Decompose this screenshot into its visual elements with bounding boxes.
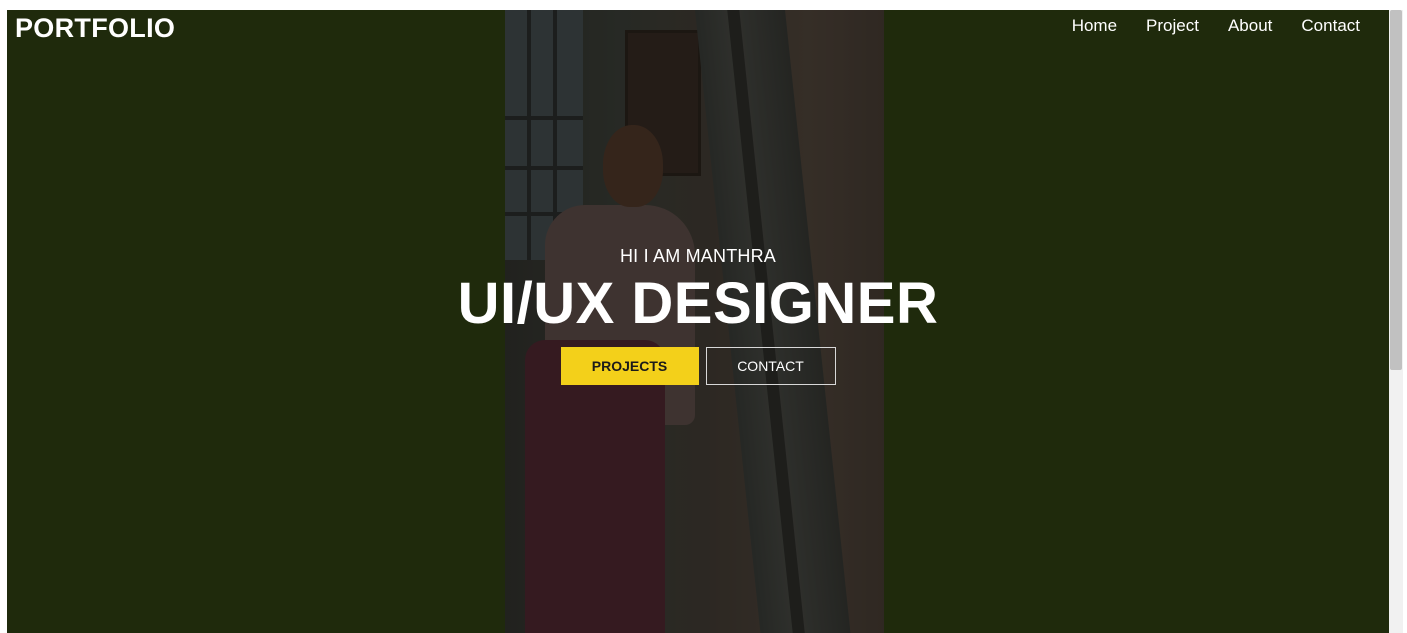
nav-link-about[interactable]: About <box>1228 16 1272 36</box>
projects-button[interactable]: PROJECTS <box>560 347 699 385</box>
hero-cta-row: PROJECTS CONTACT <box>7 347 1389 385</box>
nav-link-home[interactable]: Home <box>1072 16 1117 36</box>
hero-greeting: HI I AM MANTHRA <box>619 246 776 266</box>
contact-button[interactable]: CONTACT <box>705 347 836 385</box>
nav-links: Home Project About Contact <box>1072 16 1360 36</box>
nav-link-contact[interactable]: Contact <box>1301 16 1360 36</box>
top-navbar: PORTFOLIO Home Project About Contact <box>7 10 1389 50</box>
hero-content: HI I AM MANTHRA UI/UX DESIGNER PROJECTS … <box>7 245 1389 385</box>
nav-link-project[interactable]: Project <box>1146 16 1199 36</box>
brand-logo[interactable]: PORTFOLIO <box>15 12 175 44</box>
scrollbar-thumb[interactable] <box>1390 10 1402 370</box>
hero-headline: UI/UX DESIGNER <box>457 271 939 336</box>
